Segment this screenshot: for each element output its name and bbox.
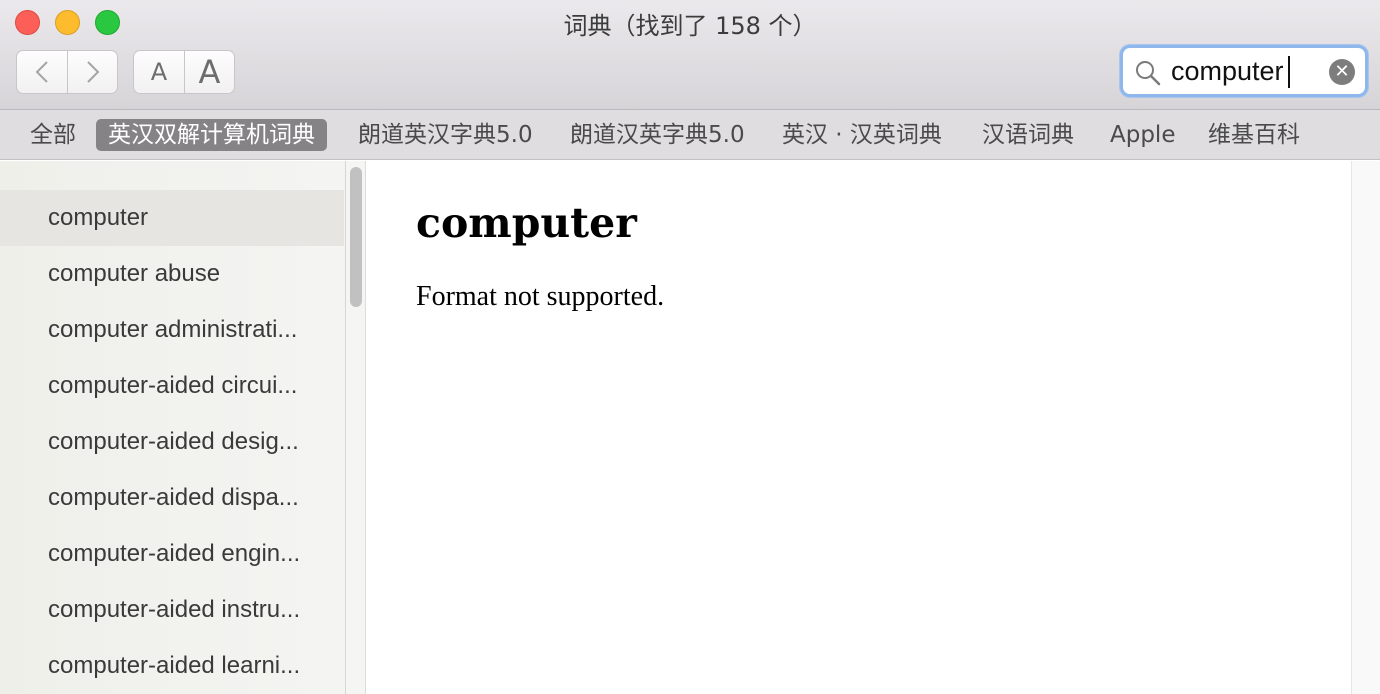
content-scrollbar[interactable] bbox=[1351, 161, 1380, 694]
sidebar-scrollbar-thumb[interactable] bbox=[350, 167, 362, 307]
window-title: 词典（找到了 158 个） bbox=[563, 12, 817, 40]
font-size-buttons: A A bbox=[133, 50, 235, 94]
scope-all[interactable]: 全部 bbox=[30, 119, 76, 151]
scope-en-zh-zh-en[interactable]: 英汉 · 汉英词典 bbox=[782, 119, 942, 151]
search-icon bbox=[1136, 61, 1161, 86]
scope-apple[interactable]: Apple bbox=[1110, 119, 1175, 151]
scope-wikipedia[interactable]: 维基百科 bbox=[1208, 119, 1300, 151]
forward-button[interactable] bbox=[67, 50, 118, 94]
result-item[interactable]: computer-aided dispa... bbox=[0, 470, 344, 526]
scope-computer-dictionary[interactable]: 英汉双解计算机词典 bbox=[96, 119, 327, 151]
entry-headword: computer bbox=[416, 199, 637, 247]
result-item[interactable]: computer-aided desig... bbox=[0, 414, 344, 470]
result-item[interactable]: computer-aided learni... bbox=[0, 638, 344, 694]
search-input[interactable] bbox=[1171, 54, 1321, 88]
results-sidebar: computer computer abuse computer adminis… bbox=[0, 161, 346, 694]
increase-font-button[interactable]: A bbox=[184, 50, 235, 94]
scope-langdao-zh-en[interactable]: 朗道汉英字典5.0 bbox=[570, 119, 745, 151]
back-button[interactable] bbox=[16, 50, 67, 94]
result-item[interactable]: computer-aided instru... bbox=[0, 582, 344, 638]
navigation-buttons bbox=[16, 50, 118, 94]
dictionary-scope-bar: 全部 英汉双解计算机词典 朗道英汉字典5.0 朗道汉英字典5.0 英汉 · 汉英… bbox=[0, 110, 1380, 160]
entry-body: Format not supported. bbox=[416, 281, 665, 312]
chevron-left-icon bbox=[35, 61, 48, 83]
result-item[interactable]: computer abuse bbox=[0, 246, 344, 302]
result-item[interactable]: computer-aided circui... bbox=[0, 358, 344, 414]
scope-langdao-en-zh[interactable]: 朗道英汉字典5.0 bbox=[358, 119, 533, 151]
clear-search-icon[interactable]: ✕ bbox=[1329, 59, 1355, 85]
sidebar-scrollbar[interactable] bbox=[346, 161, 366, 694]
result-item-selected[interactable]: computer bbox=[0, 190, 344, 246]
text-caret bbox=[1288, 56, 1290, 88]
result-item[interactable]: computer-aided engin... bbox=[0, 526, 344, 582]
result-item[interactable]: computer administrati... bbox=[0, 302, 344, 358]
decrease-font-button[interactable]: A bbox=[133, 50, 184, 94]
definition-pane: computer Format not supported. bbox=[368, 161, 1351, 694]
scope-chinese-dictionary[interactable]: 汉语词典 bbox=[982, 119, 1074, 151]
search-field[interactable]: ✕ bbox=[1120, 45, 1368, 97]
window-toolbar: 词典（找到了 158 个） A A ✕ bbox=[0, 0, 1380, 110]
chevron-right-icon bbox=[86, 61, 99, 83]
